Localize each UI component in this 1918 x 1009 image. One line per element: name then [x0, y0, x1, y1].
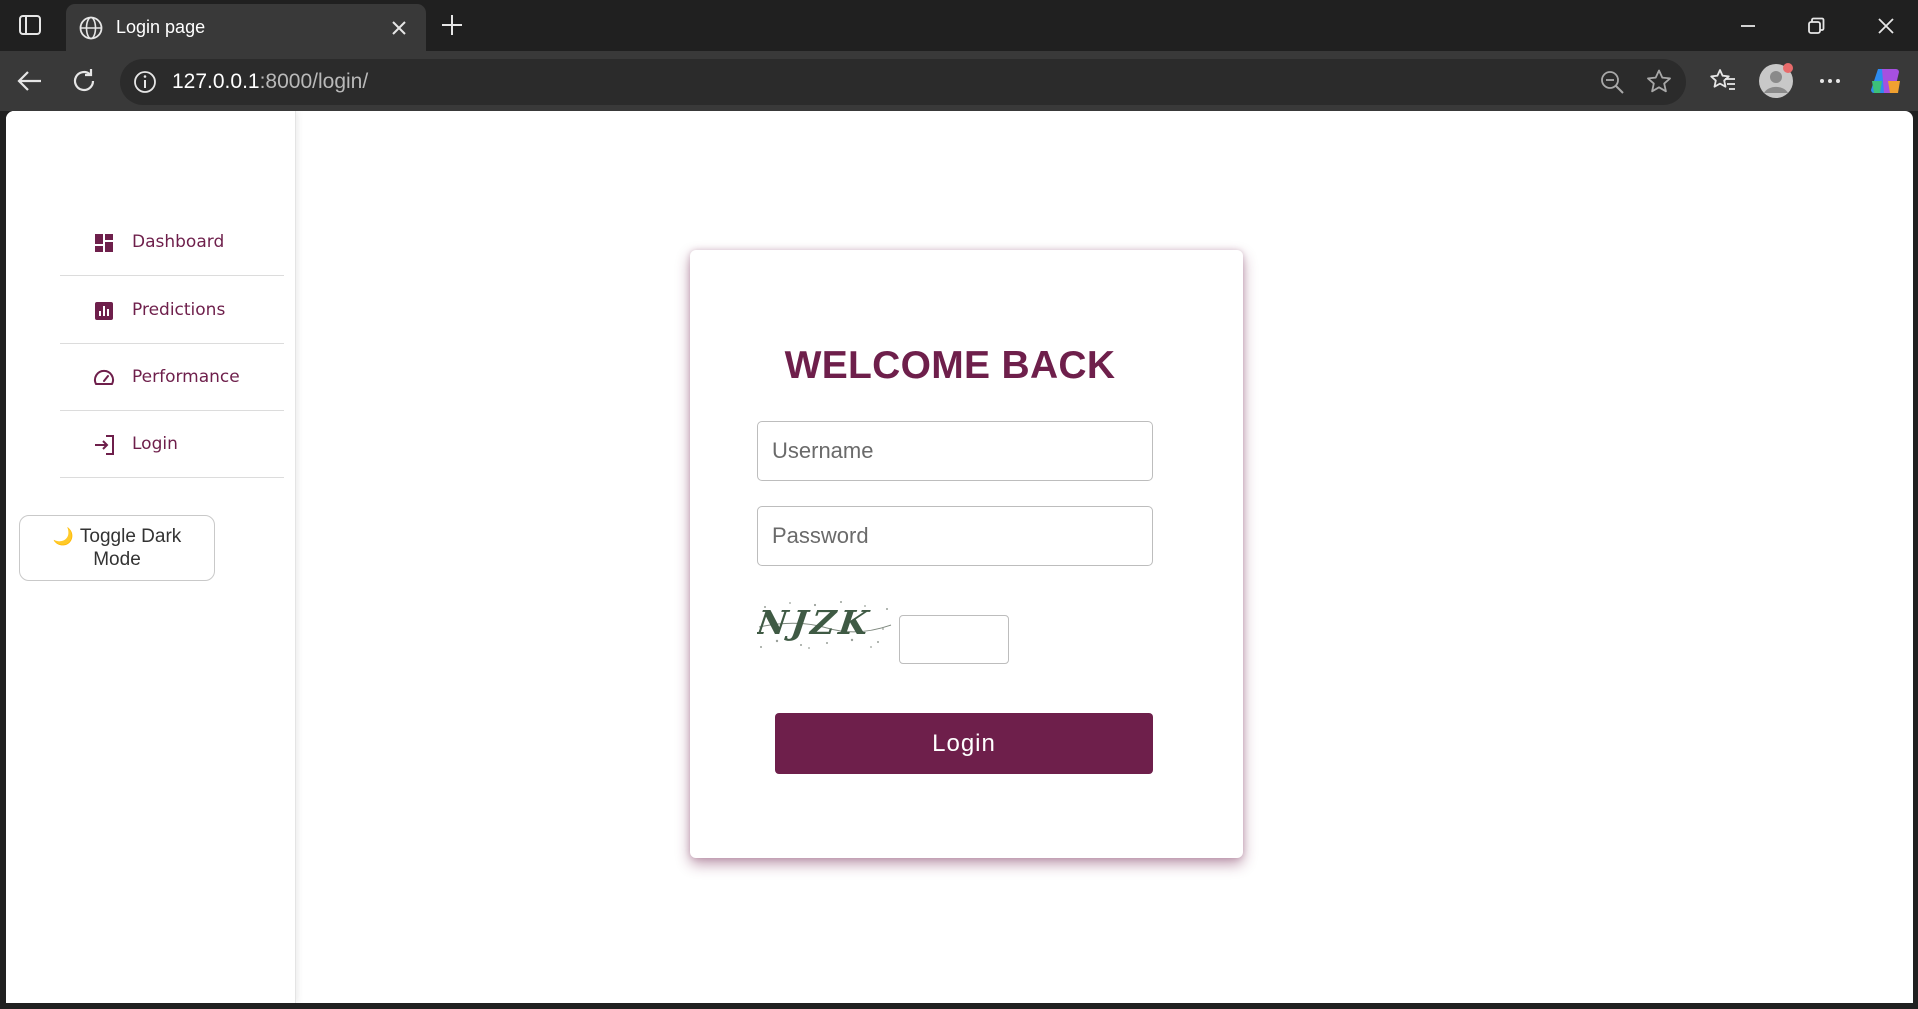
- favorite-star-icon[interactable]: [1644, 67, 1674, 97]
- zoom-out-icon[interactable]: [1598, 68, 1626, 96]
- sidebar-item-label: Login: [132, 434, 178, 454]
- profile-avatar[interactable]: [1758, 63, 1794, 99]
- sidebar-item-login[interactable]: Login: [60, 412, 284, 478]
- browser-tab-bar: Login page: [0, 0, 1918, 51]
- url-path: :8000/login/: [259, 70, 369, 93]
- close-window-icon[interactable]: [1872, 12, 1900, 40]
- password-input[interactable]: [757, 506, 1153, 566]
- globe-icon: [78, 15, 104, 41]
- login-button[interactable]: Login: [775, 713, 1153, 774]
- new-tab-icon[interactable]: [438, 11, 466, 39]
- restore-icon[interactable]: [1802, 12, 1830, 40]
- sidebar-item-predictions[interactable]: Predictions: [60, 278, 284, 344]
- speedometer-icon: [92, 366, 116, 390]
- reload-icon[interactable]: [68, 65, 100, 97]
- url-host: 127.0.0.1: [172, 70, 260, 93]
- sidebar: Dashboard Predictions Performance Login …: [6, 111, 296, 1003]
- copilot-icon[interactable]: [1868, 63, 1904, 99]
- toggle-dark-mode-label: Toggle Dark Mode: [79, 526, 182, 570]
- sidebar-item-label: Predictions: [132, 300, 226, 320]
- bar-chart-icon: [92, 299, 116, 323]
- moon-icon: 🌙: [52, 527, 74, 546]
- tab-actions-icon[interactable]: [14, 12, 46, 38]
- browser-tab[interactable]: Login page: [66, 4, 426, 51]
- sidebar-item-label: Dashboard: [132, 232, 225, 252]
- browser-toolbar: 127.0.0.1:8000/login/: [0, 51, 1918, 111]
- close-tab-icon[interactable]: [388, 17, 410, 39]
- site-info-icon[interactable]: [132, 69, 158, 95]
- sidebar-item-dashboard[interactable]: Dashboard: [60, 210, 284, 276]
- favorites-icon[interactable]: [1707, 65, 1739, 97]
- login-arrow-icon: [92, 433, 116, 457]
- page-title: WELCOME BACK: [784, 344, 1116, 387]
- username-input[interactable]: [757, 421, 1153, 481]
- login-card: WELCOME BACK NJZK Login: [690, 250, 1243, 858]
- back-arrow-icon[interactable]: [14, 65, 46, 97]
- captcha-image: NJZK: [757, 597, 893, 651]
- tab-title: Login page: [116, 17, 206, 37]
- address-bar[interactable]: 127.0.0.1:8000/login/: [120, 59, 1686, 105]
- page-viewport: Dashboard Predictions Performance Login …: [6, 111, 1913, 1003]
- minimize-icon[interactable]: [1734, 12, 1762, 40]
- sidebar-item-performance[interactable]: Performance: [60, 345, 284, 411]
- dashboard-icon: [92, 231, 116, 255]
- sidebar-item-label: Performance: [132, 367, 240, 387]
- toggle-dark-mode-button[interactable]: 🌙 Toggle Dark Mode: [19, 515, 215, 581]
- url-text: 127.0.0.1:8000/login/: [172, 70, 368, 94]
- captcha-text: NJZK: [757, 603, 875, 642]
- more-options-icon[interactable]: [1814, 65, 1846, 97]
- captcha-input[interactable]: [899, 615, 1009, 664]
